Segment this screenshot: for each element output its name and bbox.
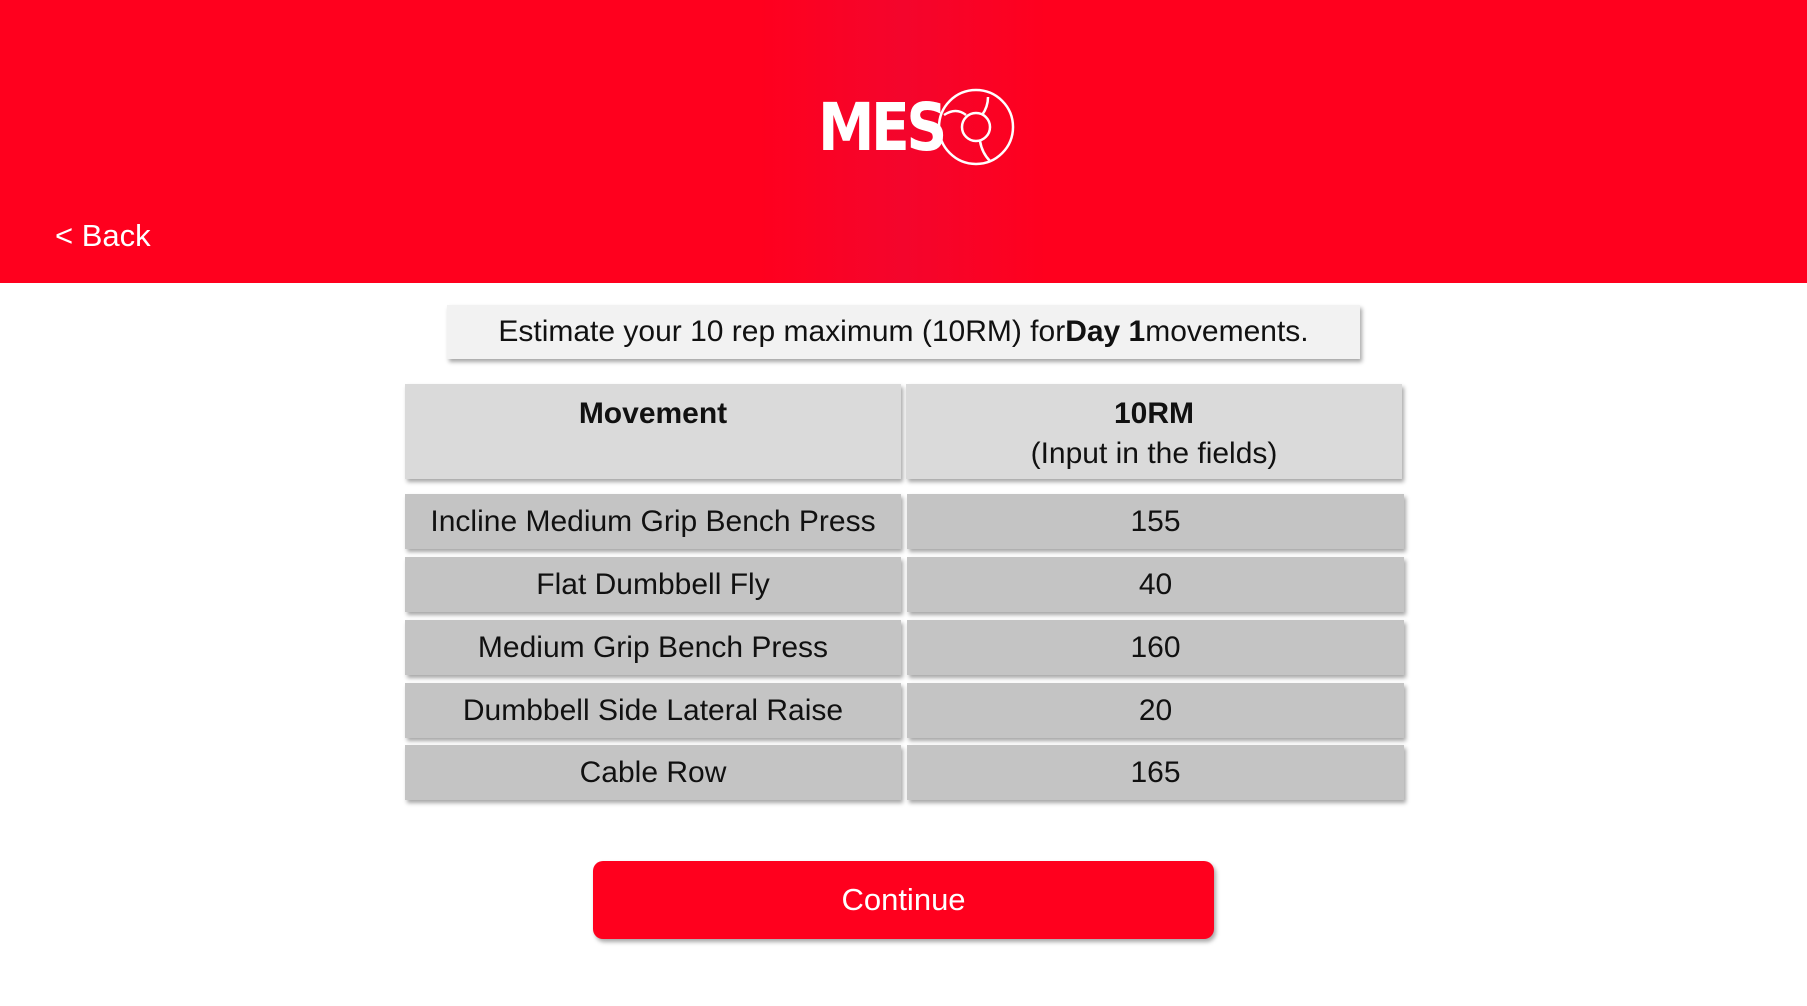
10rm-input[interactable] xyxy=(907,503,1404,540)
10rm-input[interactable] xyxy=(907,754,1404,791)
instruction-text-before: Estimate your 10 rep maximum (10RM) for xyxy=(498,315,1066,348)
movement-cell: Dumbbell Side Lateral Raise xyxy=(405,683,901,738)
10rm-cell[interactable] xyxy=(907,557,1404,612)
instruction-day-label: Day 1 xyxy=(1065,315,1146,348)
10rm-input[interactable] xyxy=(907,692,1404,729)
logo-text: MES xyxy=(818,88,947,166)
header-banner: MES < Back xyxy=(0,0,1807,283)
column-header-movement: Movement xyxy=(578,397,728,430)
header-cell-movement: Movement xyxy=(405,384,901,479)
10rm-cell[interactable] xyxy=(907,494,1404,549)
instruction-box: Estimate your 10 rep maximum (10RM) for … xyxy=(447,305,1360,359)
10rm-cell[interactable] xyxy=(907,745,1404,800)
logo-ring-icon xyxy=(937,88,1015,166)
movement-cell: Incline Medium Grip Bench Press xyxy=(405,494,901,549)
10rm-input[interactable] xyxy=(907,629,1404,666)
movement-cell: Flat Dumbbell Fly xyxy=(405,557,901,612)
10rm-cell[interactable] xyxy=(907,683,1404,738)
app-logo: MES xyxy=(818,85,1015,170)
movement-cell: Cable Row xyxy=(405,745,901,800)
instruction-text-after: movements. xyxy=(1145,315,1309,348)
back-link[interactable]: < Back xyxy=(55,218,151,254)
column-header-10rm: 10RM xyxy=(1113,397,1195,430)
10rm-input[interactable] xyxy=(907,566,1404,603)
10rm-cell[interactable] xyxy=(907,620,1404,675)
continue-button[interactable]: Continue xyxy=(593,861,1214,939)
movement-cell: Medium Grip Bench Press xyxy=(405,620,901,675)
column-header-10rm-subtitle: (Input in the fields) xyxy=(1030,437,1278,470)
header-cell-10rm: 10RM (Input in the fields) xyxy=(906,384,1402,479)
